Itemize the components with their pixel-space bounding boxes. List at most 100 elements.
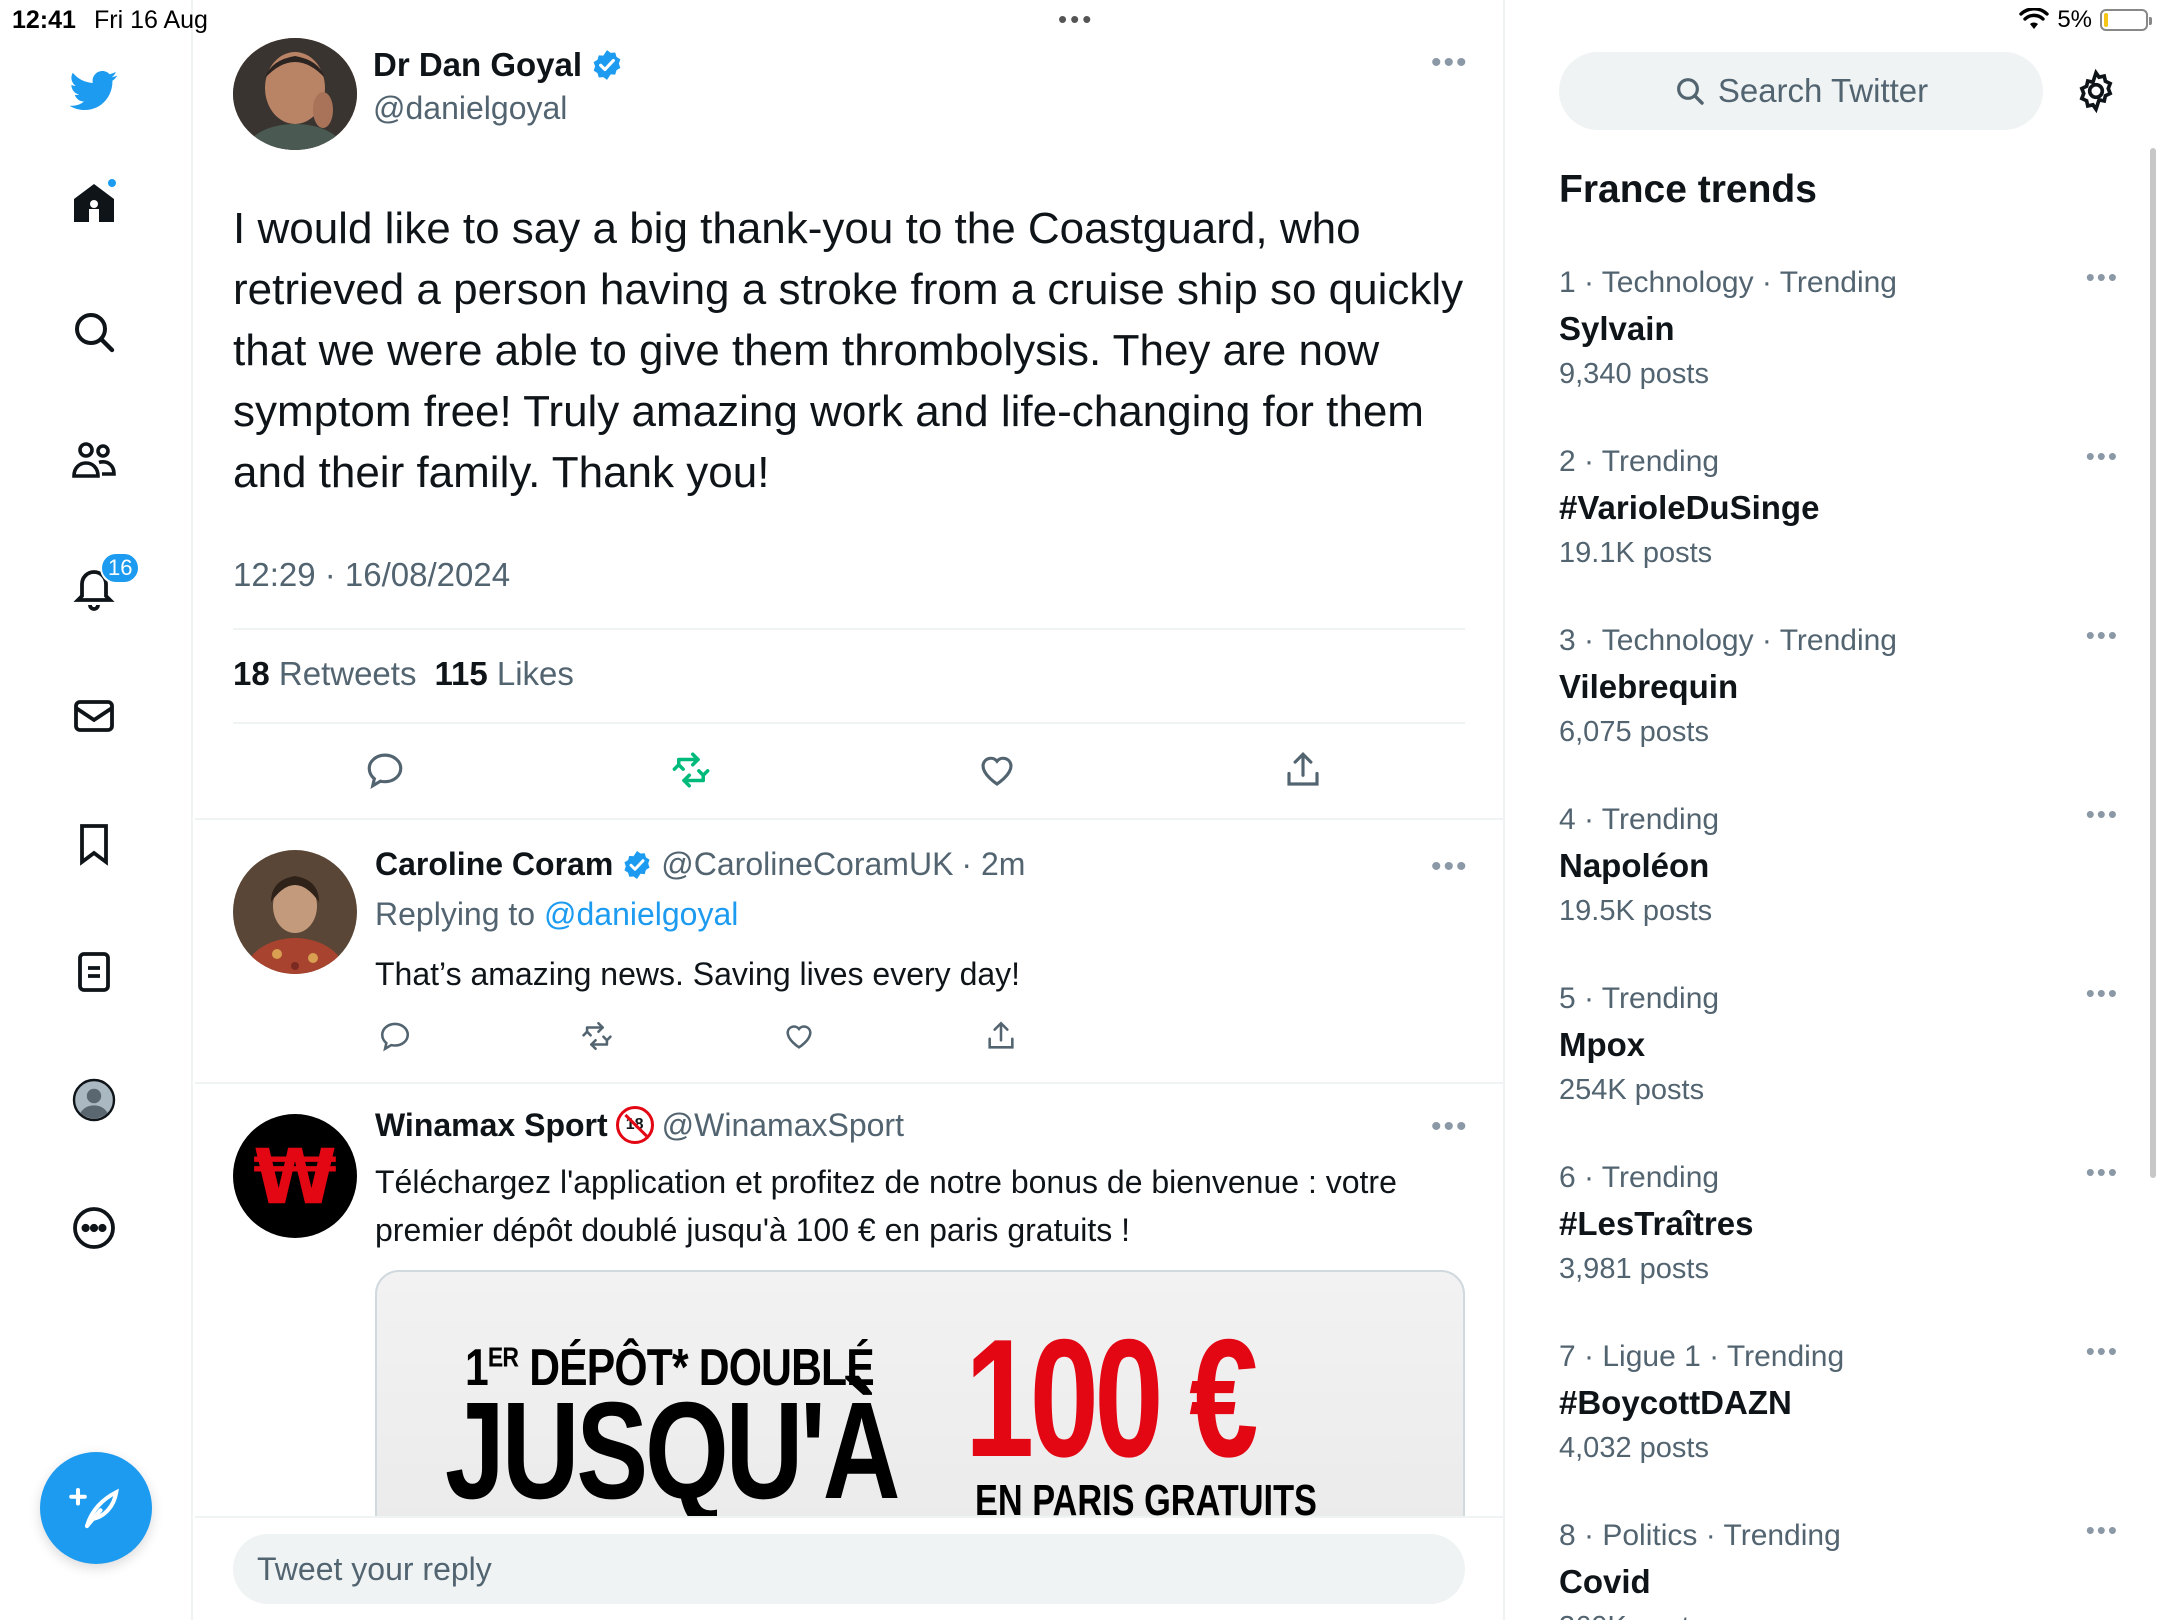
winamax-logo: ₩ [253,1131,337,1221]
ad-image-amount: 100 € [965,1304,1258,1492]
trend-item[interactable]: 5 · Trending Mpox 254K posts ••• [1559,978,2119,1152]
trend-more-icon[interactable]: ••• [2086,1336,2119,1367]
search-bar[interactable]: Search Twitter [1559,52,2043,130]
author-name[interactable]: Dr Dan Goyal [373,46,582,84]
age-restriction-icon: 18 [615,1106,654,1144]
multitasking-dots-icon[interactable]: ••• [1058,4,1094,35]
replying-to-handle[interactable]: @danielgoyal [544,896,738,932]
trend-name: Sylvain [1559,310,1675,347]
tweet-thread: Dr Dan Goyal @danielgoyal ••• I would li… [195,0,1505,1620]
tweet-reply-input[interactable] [233,1534,1465,1604]
replying-to: Replying to @danielgoyal [375,896,738,933]
tweet-header: Dr Dan Goyal @danielgoyal ••• [233,38,1473,158]
like-heart-icon[interactable] [779,1016,819,1056]
trend-item[interactable]: 6 · Trending #LesTraîtres 3,981 posts ••• [1559,1157,2119,1331]
trend-item[interactable]: 8 · Politics · Trending Covid 360K posts ••… [1559,1515,2119,1620]
lists-icon[interactable] [66,944,122,1000]
trend-item[interactable]: 7 · Ligue 1 · Trending #BoycottDAZN 4,032 … [1559,1336,2119,1510]
author-handle[interactable]: @danielgoyal [373,90,567,127]
trend-more-icon[interactable]: ••• [2086,620,2119,651]
reply-actions [375,1016,1055,1056]
trend-name: Napoléon [1559,847,1710,884]
trend-name: #LesTraîtres [1559,1205,1754,1242]
feather-plus-icon [69,1487,119,1529]
like-heart-icon[interactable] [973,746,1021,794]
trend-count: 254K posts [1559,1074,1705,1106]
trend-more-icon[interactable]: ••• [2086,799,2119,830]
trend-more-icon[interactable]: ••• [2086,1157,2119,1188]
home-icon[interactable] [66,175,122,231]
bookmarks-icon[interactable] [66,816,122,872]
share-icon[interactable] [1279,746,1327,794]
twitter-logo-icon[interactable] [66,62,122,118]
reply-author-name[interactable]: Caroline Coram [375,846,613,883]
explore-search-icon[interactable] [66,304,122,360]
trend-item[interactable]: 2 · Trending #VarioleDuSinge 19.1K posts ••… [1559,441,2119,615]
reply-author-handle[interactable]: @CarolineCoramUK [661,846,953,883]
trends-title: France trends [1559,168,1817,211]
ad-text: Téléchargez l'application et profitez de… [375,1164,1397,1248]
trend-count: 19.1K posts [1559,537,1713,569]
verified-badge-icon [624,850,650,879]
trend-more-icon[interactable]: ••• [2086,978,2119,1009]
trend-item[interactable]: 3 · Technology · Trending Vilebrequin 6,07… [1559,620,2119,794]
status-right: 5% [2019,6,2152,34]
retweets-stat[interactable]: 18 Retweets [233,655,416,693]
trend-name: #VarioleDuSinge [1559,489,1820,526]
tweet-more-icon[interactable]: ••• [1431,46,1469,80]
tweet-stats: 18 Retweets 115 Likes [233,655,574,693]
reply-icon[interactable] [361,746,409,794]
communities-icon[interactable] [66,432,122,488]
notifications-bell-icon[interactable]: 16 [66,552,141,616]
reply-author-avatar[interactable] [233,850,357,974]
ad-author-handle[interactable]: @WinamaxSport [662,1107,904,1144]
trend-item[interactable]: 4 · Trending Napoléon 19.5K posts ••• [1559,799,2119,973]
reply-header: Caroline Coram @CarolineCoramUK · 2m [375,846,1025,883]
trend-item[interactable]: 1 · Technology · Trending Sylvain 9,340 po… [1559,262,2119,436]
ad-author-name[interactable]: Winamax Sport [375,1107,608,1144]
reply-time: · 2m [961,846,1026,882]
retweets-label: Retweets [278,655,417,692]
ad-more-icon[interactable]: ••• [1431,1110,1469,1144]
trend-name: Covid [1559,1563,1651,1600]
tweet-text: I would like to say a big thank-you to t… [233,204,1464,497]
author-avatar[interactable] [233,38,357,150]
winamax-avatar[interactable]: ₩ [233,1114,357,1238]
trend-meta: 1 · Technology · Trending [1559,266,1897,299]
home-new-dot [106,177,118,189]
battery-level [2104,13,2108,27]
right-sidebar: Search Twitter France trends 1 · Technol… [1507,0,2160,1620]
retweet-icon[interactable] [577,1016,617,1056]
trend-count: 4,032 posts [1559,1432,1709,1464]
retweet-icon[interactable] [667,746,715,794]
more-options-icon[interactable] [66,1200,122,1256]
status-date: Fri 16 Aug [94,6,208,34]
reply-icon[interactable] [375,1016,415,1056]
likes-stat[interactable]: 115 Likes [434,655,573,693]
battery-percent: 5% [2057,6,2092,33]
scrollbar[interactable] [2150,148,2156,1178]
messages-envelope-icon[interactable] [66,688,122,744]
reply-tweet[interactable]: Caroline Coram @CarolineCoramUK · 2m •••… [195,818,1503,1084]
divider [233,628,1465,630]
trend-meta: 8 · Politics · Trending [1559,1519,1841,1552]
trend-more-icon[interactable]: ••• [2086,441,2119,472]
settings-gear-icon[interactable] [2073,68,2119,114]
share-icon[interactable] [981,1016,1021,1056]
trend-more-icon[interactable]: ••• [2086,1515,2119,1546]
trend-more-icon[interactable]: ••• [2086,262,2119,293]
reply-more-icon[interactable]: ••• [1431,850,1469,884]
wifi-icon [2019,8,2050,29]
trend-count: 360K posts [1559,1611,1704,1620]
tweet-timestamp[interactable]: 12:29 · 16/08/2024 [233,556,510,594]
trend-count: 19.5K posts [1559,895,1713,927]
trend-name: #BoycottDAZN [1559,1384,1792,1421]
compose-tweet-button[interactable] [40,1452,152,1564]
profile-avatar-icon[interactable] [66,1072,122,1128]
tweet-actions [233,746,1465,802]
trend-meta: 2 · Trending [1559,445,1720,478]
battery-icon [2100,9,2152,31]
retweets-count: 18 [233,655,270,692]
search-placeholder: Search Twitter [1717,72,1929,109]
status-time: 12:41 [12,6,76,34]
